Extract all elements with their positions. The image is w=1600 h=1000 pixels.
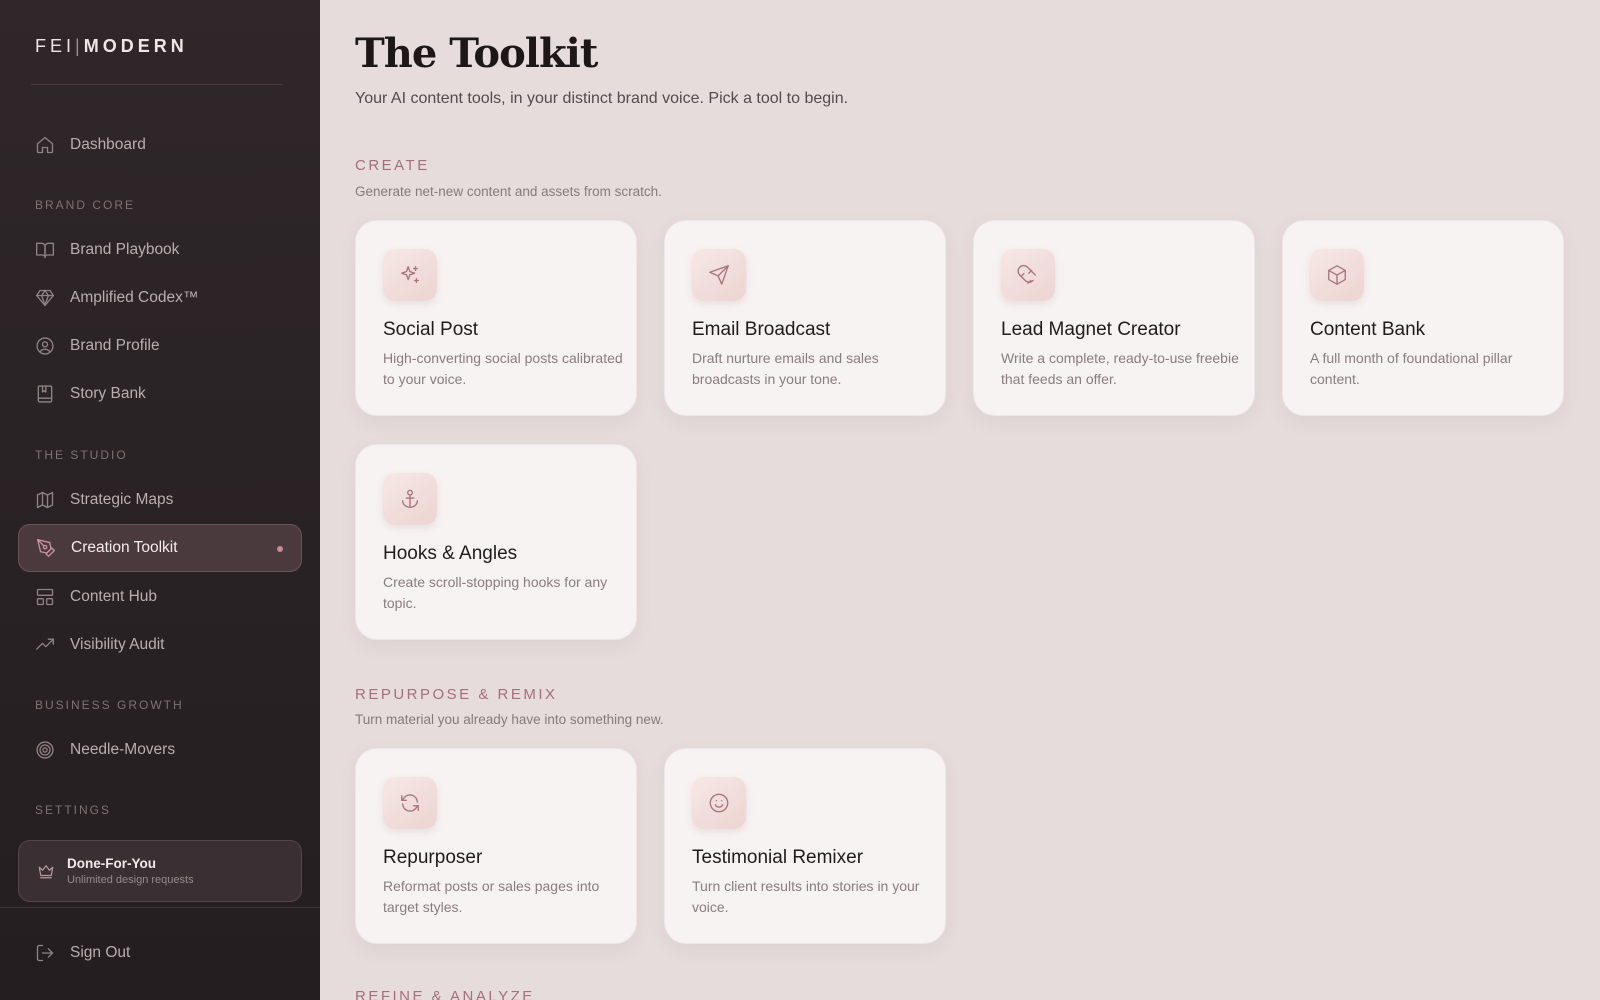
section-label-business-growth: BUSINESS GROWTH xyxy=(35,698,184,712)
sidebar-item-label: Needle-Movers xyxy=(70,741,176,758)
sidebar-item-label: Dashboard xyxy=(70,136,146,153)
sidebar: FEI|MODERN Dashboard BRAND CORE Brand Pl… xyxy=(0,0,320,1000)
user-circle-icon xyxy=(35,336,55,356)
pen-tool-icon xyxy=(36,538,56,558)
tool-card-social-post[interactable]: Social Post High-converting social posts… xyxy=(355,220,637,416)
sidebar-item-dashboard[interactable]: Dashboard xyxy=(18,121,302,169)
sidebar-divider xyxy=(0,907,320,908)
brand-logo[interactable]: FEI|MODERN xyxy=(35,36,188,57)
tool-description: Create scroll-stopping hooks for any top… xyxy=(383,574,608,611)
sign-out-label: Sign Out xyxy=(70,944,131,961)
tool-card-content-bank[interactable]: Content Bank A full month of foundationa… xyxy=(1282,220,1564,416)
sidebar-item-label: Story Bank xyxy=(70,385,146,402)
sidebar-item-brand-playbook[interactable]: Brand Playbook xyxy=(18,226,302,274)
active-indicator-dot xyxy=(277,546,283,552)
refresh-icon xyxy=(383,777,437,829)
trending-up-icon xyxy=(35,635,55,655)
section-heading-repurpose-remix: REPURPOSE & REMIX xyxy=(355,686,558,703)
sidebar-item-story-bank[interactable]: Story Bank xyxy=(18,370,302,418)
tool-card-repurposer[interactable]: Repurposer Reformat posts or sales pages… xyxy=(355,748,637,944)
magnet-icon xyxy=(1001,249,1055,301)
tool-description: A full month of foundational pillar cont… xyxy=(1310,350,1513,387)
layout-icon xyxy=(35,587,55,607)
sidebar-item-strategic-maps[interactable]: Strategic Maps xyxy=(18,476,302,524)
target-icon xyxy=(35,740,55,760)
section-label-brand-core: BRAND CORE xyxy=(35,198,136,212)
tool-title: Lead Magnet Creator xyxy=(1001,319,1181,340)
tool-title: Content Bank xyxy=(1310,319,1426,340)
section-heading-create: CREATE xyxy=(355,157,430,174)
tool-description: Turn client results into stories in your… xyxy=(692,878,920,915)
tool-description: Write a complete, ready-to-use freebie t… xyxy=(1001,350,1239,387)
log-out-icon xyxy=(35,943,55,963)
sidebar-item-label: Content Hub xyxy=(70,588,158,605)
sidebar-item-label: Visibility Audit xyxy=(70,636,165,653)
sidebar-item-amplified-codex[interactable]: Amplified Codex™ xyxy=(18,274,302,322)
tool-description: High-converting social posts calibrated … xyxy=(383,350,623,387)
sidebar-item-creation-toolkit[interactable]: Creation Toolkit xyxy=(18,524,302,572)
tool-title: Email Broadcast xyxy=(692,319,831,340)
done-for-you-subtitle: Unlimited design requests xyxy=(67,874,194,886)
done-for-you-card[interactable]: Done-For-You Unlimited design requests xyxy=(18,840,302,902)
sidebar-item-label: Creation Toolkit xyxy=(71,539,178,556)
tool-card-hooks-angles[interactable]: Hooks & Angles Create scroll-stopping ho… xyxy=(355,444,637,640)
sidebar-item-label: Brand Profile xyxy=(70,337,160,354)
sidebar-item-brand-profile[interactable]: Brand Profile xyxy=(18,322,302,370)
tool-title: Repurposer xyxy=(383,847,483,868)
gem-icon xyxy=(35,288,55,308)
tool-card-email-broadcast[interactable]: Email Broadcast Draft nurture emails and… xyxy=(664,220,946,416)
sidebar-item-label: Brand Playbook xyxy=(70,241,180,258)
logo-divider xyxy=(31,84,283,85)
section-label-the-studio: THE STUDIO xyxy=(35,448,128,462)
logo-modern: MODERN xyxy=(83,36,188,56)
tool-description: Draft nurture emails and sales broadcast… xyxy=(692,350,879,387)
notebook-icon xyxy=(35,384,55,404)
home-icon xyxy=(35,135,55,155)
tool-card-lead-magnet-creator[interactable]: Lead Magnet Creator Write a complete, re… xyxy=(973,220,1255,416)
tool-title: Hooks & Angles xyxy=(383,543,518,564)
section-label-settings: SETTINGS xyxy=(35,803,112,817)
main-content: The Toolkit Your AI content tools, in yo… xyxy=(320,0,1600,1000)
tool-card-testimonial-remixer[interactable]: Testimonial Remixer Turn client results … xyxy=(664,748,946,944)
sidebar-item-visibility-audit[interactable]: Visibility Audit xyxy=(18,621,302,669)
box-icon xyxy=(1310,249,1364,301)
page-subtitle: Your AI content tools, in your distinct … xyxy=(355,90,849,107)
sidebar-item-label: Strategic Maps xyxy=(70,491,174,508)
tool-description: Reformat posts or sales pages into targe… xyxy=(383,878,600,915)
tool-title: Social Post xyxy=(383,319,479,340)
sidebar-item-needle-movers[interactable]: Needle-Movers xyxy=(18,726,302,774)
crown-icon xyxy=(37,862,55,880)
done-for-you-title: Done-For-You xyxy=(67,856,156,871)
sidebar-item-label: Amplified Codex™ xyxy=(70,289,199,306)
section-heading-refine-analyze: REFINE & ANALYZE xyxy=(355,988,535,1000)
anchor-icon xyxy=(383,473,437,525)
section-description-repurpose-remix: Turn material you already have into some… xyxy=(355,712,664,727)
sparkles-icon xyxy=(383,249,437,301)
tool-title: Testimonial Remixer xyxy=(692,847,864,868)
page-title: The Toolkit xyxy=(355,30,598,77)
sign-out-button[interactable]: Sign Out xyxy=(18,929,302,977)
logo-separator: | xyxy=(75,36,84,56)
book-open-icon xyxy=(35,240,55,260)
section-description-create: Generate net-new content and assets from… xyxy=(355,184,662,199)
sidebar-item-content-hub[interactable]: Content Hub xyxy=(18,573,302,621)
map-icon xyxy=(35,490,55,510)
smile-icon xyxy=(692,777,746,829)
send-icon xyxy=(692,249,746,301)
logo-fei: FEI xyxy=(35,36,76,56)
